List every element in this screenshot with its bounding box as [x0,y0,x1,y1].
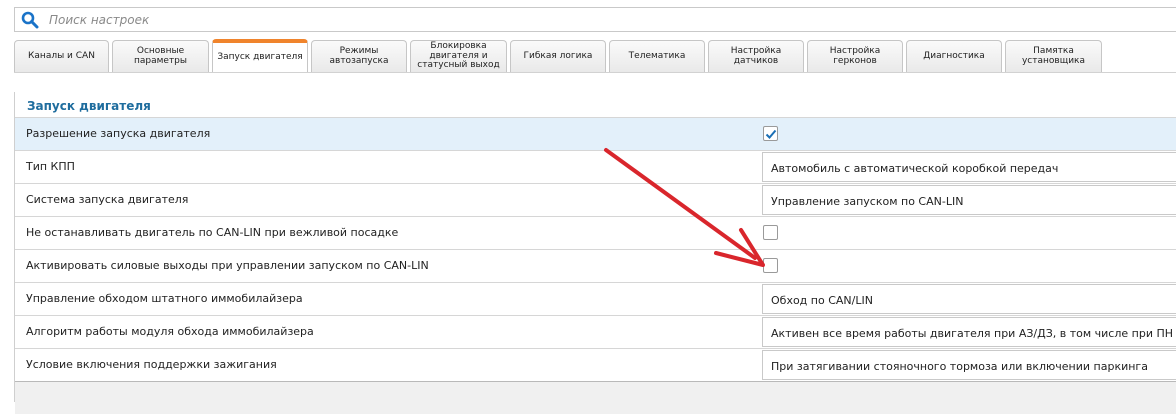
tab-engine-block[interactable]: Блокировка двигателя и статусный выход [410,40,507,72]
start-system-select[interactable]: Управление запуском по CAN-LIN [762,185,1176,215]
setting-label: Условие включения поддержки зажигания [26,358,277,371]
tab-channels-can[interactable]: Каналы и CAN [14,40,109,72]
immobilizer-bypass-select[interactable]: Обход по CAN/LIN [762,284,1176,314]
tab-bar: Каналы и CAN Основные параметры Запуск д… [14,39,1176,72]
tab-autostart-modes[interactable]: Режимы автозапуска [311,40,407,72]
tab-flex-logic[interactable]: Гибкая логика [510,40,606,72]
tab-reed-switches[interactable]: Настройка герконов [807,40,903,72]
setting-row-partial [15,381,1176,414]
section-title: Запуск двигателя [27,99,151,113]
search-icon[interactable] [19,9,41,31]
tab-diagnostics[interactable]: Диагностика [906,40,1002,72]
search-bar[interactable] [14,7,1176,32]
gearbox-type-select[interactable]: Автомобиль с автоматической коробкой пер… [762,152,1176,182]
tab-main-params[interactable]: Основные параметры [112,40,209,72]
setting-row-no-stop-polite: Не останавливать двигатель по CAN-LIN пр… [15,216,1176,249]
setting-row-immobilizer-bypass: Управление обходом штатного иммобилайзер… [15,282,1176,315]
setting-label: Разрешение запуска двигателя [26,127,211,140]
setting-label: Алгоритм работы модуля обхода иммобилайз… [26,325,314,338]
setting-row-bypass-algorithm: Алгоритм работы модуля обхода иммобилайз… [15,315,1176,348]
setting-row-gearbox-type: Тип КПП Автомобиль с автоматической коро… [15,150,1176,183]
power-outputs-checkbox[interactable] [763,258,778,273]
setting-label: Активировать силовые выходы при управлен… [26,259,429,272]
setting-row-power-outputs: Активировать силовые выходы при управлен… [15,249,1176,282]
tab-engine-start[interactable]: Запуск двигателя [212,39,308,72]
setting-label: Управление обходом штатного иммобилайзер… [26,292,303,305]
settings-panel: Запуск двигателя Разрешение запуска двиг… [14,92,1176,414]
setting-row-ignition-support: Условие включения поддержки зажигания Пр… [15,348,1176,381]
setting-row-start-system: Система запуска двигателя Управление зап… [15,183,1176,216]
setting-label: Не останавливать двигатель по CAN-LIN пр… [26,226,399,239]
check-icon [765,129,777,139]
setting-label: Тип КПП [26,160,75,173]
setting-label: Система запуска двигателя [26,193,189,206]
ignition-support-select[interactable]: При затягивании стояночного тормоза или … [762,350,1176,380]
search-input[interactable] [47,11,951,28]
engine-start-enable-checkbox[interactable] [763,126,778,141]
tab-installer-memo[interactable]: Памятка установщика [1005,40,1102,72]
settings-list: Разрешение запуска двигателя Тип КПП Авт… [15,117,1176,414]
tab-telematics[interactable]: Телематика [609,40,705,72]
tab-sensors[interactable]: Настройка датчиков [708,40,804,72]
bypass-algorithm-select[interactable]: Активен все время работы двигателя при А… [762,317,1176,347]
tabs-divider [14,72,1176,73]
no-stop-polite-checkbox[interactable] [763,225,778,240]
setting-row-engine-start-enable: Разрешение запуска двигателя [15,117,1176,150]
